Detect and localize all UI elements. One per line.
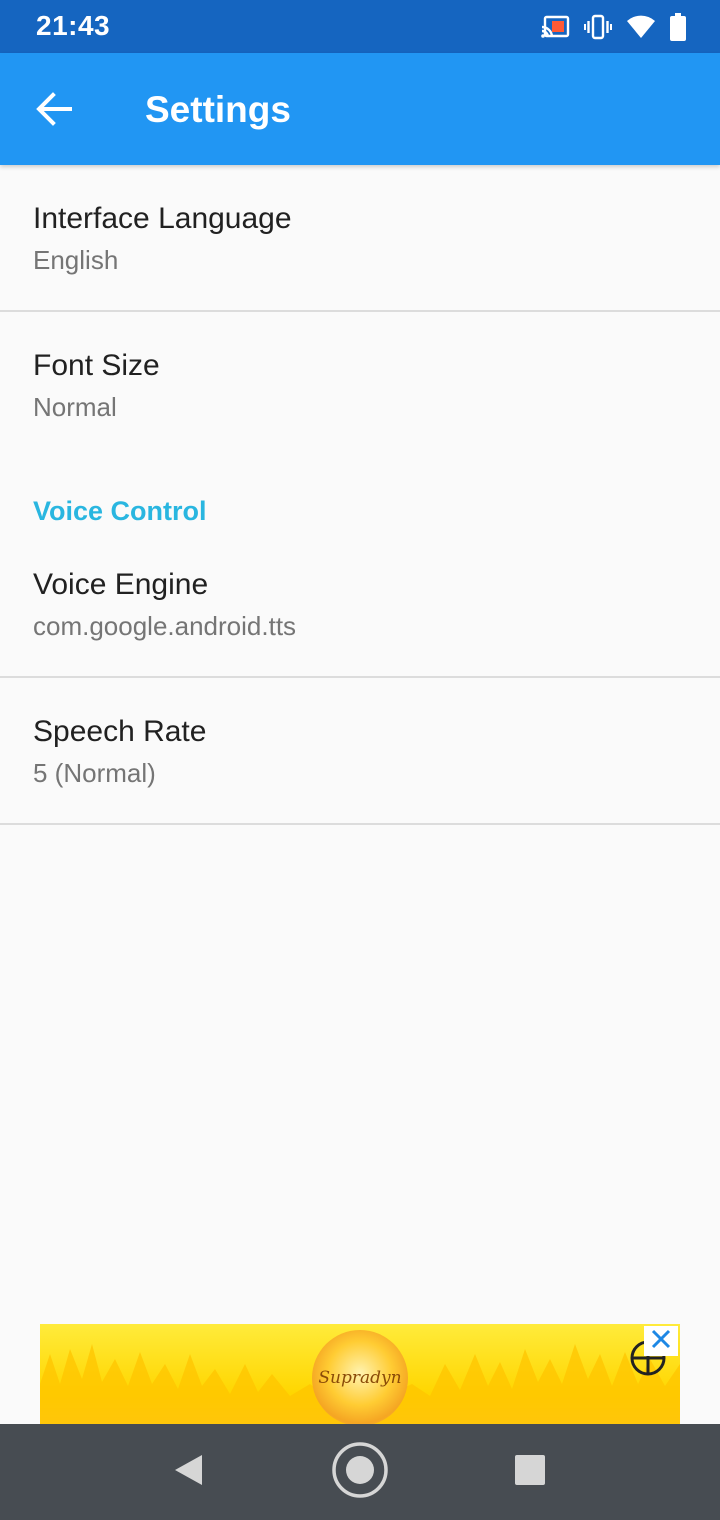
divider — [0, 823, 720, 825]
vibrate-icon — [584, 14, 612, 40]
home-circle-icon — [331, 1441, 389, 1504]
arrow-left-icon — [36, 91, 72, 131]
pref-summary: com.google.android.tts — [33, 611, 297, 641]
status-time: 21:43 — [36, 10, 111, 41]
wifi-icon — [626, 15, 656, 39]
nav-home-button[interactable] — [312, 1424, 408, 1520]
pref-title: Speech Rate — [33, 715, 207, 748]
ad-brand: Supradyn — [318, 1368, 402, 1388]
pref-interface-language[interactable]: Interface Language English — [0, 165, 720, 311]
ad-close-button[interactable] — [644, 1326, 678, 1356]
category-voice-control: Voice Control — [33, 496, 207, 526]
battery-icon — [670, 13, 686, 41]
pref-summary: Normal — [33, 392, 117, 422]
pref-font-size[interactable]: Font Size Normal — [0, 312, 720, 458]
back-triangle-icon — [172, 1453, 204, 1492]
recents-square-icon — [514, 1454, 546, 1491]
pref-summary: 5 (Normal) — [33, 758, 156, 788]
pref-summary: English — [33, 245, 119, 275]
nav-bar — [0, 1424, 720, 1520]
supradyn-logo: Supradyn — [312, 1330, 408, 1424]
status-icons — [540, 12, 686, 42]
nav-recents-button[interactable] — [482, 1424, 578, 1520]
status-bar: 21:43 — [0, 0, 720, 53]
app-bar: Settings — [0, 53, 720, 165]
close-icon — [650, 1328, 672, 1355]
pref-title: Interface Language — [33, 202, 292, 235]
pref-title: Font Size — [33, 349, 160, 382]
back-button[interactable] — [22, 87, 86, 135]
cast-icon — [540, 15, 570, 39]
pref-voice-engine[interactable]: Voice Engine com.google.android.tts — [0, 531, 720, 677]
page-title: Settings — [145, 89, 291, 130]
nav-back-button[interactable] — [140, 1424, 236, 1520]
pref-title: Voice Engine — [33, 568, 209, 601]
pref-speech-rate[interactable]: Speech Rate 5 (Normal) — [0, 678, 720, 824]
ad-banner[interactable]: Supradyn — [40, 1324, 680, 1424]
